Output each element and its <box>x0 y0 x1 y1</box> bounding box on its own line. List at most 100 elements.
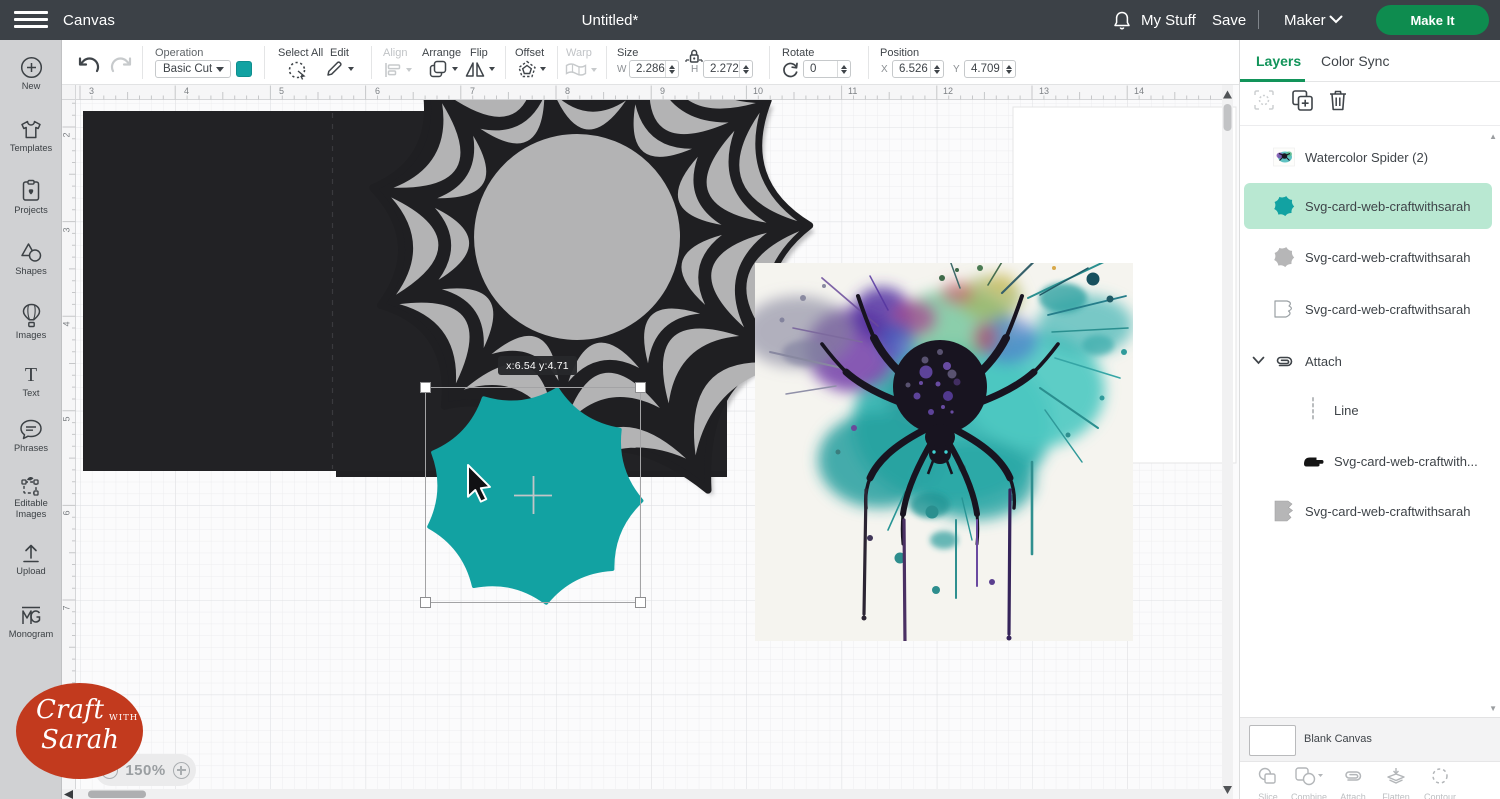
offset-caret-icon[interactable] <box>540 67 546 71</box>
panel-scroll-up-icon[interactable]: ▲ <box>1489 132 1497 141</box>
chevron-down-icon[interactable] <box>1252 356 1265 365</box>
edit-caret-icon[interactable] <box>348 67 354 71</box>
y-stepper[interactable] <box>1002 61 1015 77</box>
flip-label[interactable]: Flip <box>470 47 488 59</box>
layer-row-watercolor-spider[interactable]: Watercolor Spider (2) <box>1244 134 1492 180</box>
select-all-label[interactable]: Select All <box>278 47 323 59</box>
action-combine[interactable]: Combine <box>1287 766 1331 799</box>
rotate-field[interactable] <box>803 60 851 78</box>
width-field[interactable] <box>629 60 679 78</box>
sidebar-item-editable-images[interactable]: Editable Images <box>0 474 62 520</box>
width-input[interactable] <box>630 63 665 75</box>
rotate-icon[interactable] <box>781 61 800 78</box>
edit-pencil-icon[interactable] <box>324 59 344 79</box>
resize-handle-bottom-right[interactable] <box>636 598 646 608</box>
menu-hamburger-icon[interactable] <box>14 11 48 29</box>
watercolor-spider-image[interactable] <box>743 238 1133 651</box>
action-contour[interactable]: Contour <box>1418 766 1462 799</box>
x-position-field[interactable] <box>892 60 944 78</box>
arrange-label[interactable]: Arrange <box>422 47 461 59</box>
layer-label: Svg-card-web-craftwithsarah <box>1305 302 1470 317</box>
flip-icon[interactable] <box>465 60 485 79</box>
layer-row-svg-card-gray[interactable]: Svg-card-web-craftwithsarah <box>1244 234 1492 280</box>
action-slice[interactable]: Slice <box>1246 766 1290 799</box>
sidebar-label: Text <box>0 388 62 399</box>
sidebar-item-templates[interactable]: Templates <box>0 118 62 154</box>
tab-color-sync[interactable]: Color Sync <box>1321 53 1389 69</box>
canvas-artwork <box>62 85 1239 799</box>
sidebar-label: Upload <box>0 566 62 577</box>
sidebar-item-shapes[interactable]: Shapes <box>0 241 62 277</box>
blank-canvas-swatch[interactable] <box>1249 725 1296 756</box>
offset-icon[interactable] <box>517 60 537 79</box>
undo-icon[interactable] <box>77 55 101 73</box>
y-position-input[interactable] <box>965 63 1002 75</box>
width-stepper[interactable] <box>665 61 678 77</box>
ruler-corner <box>62 85 76 100</box>
machine-selector[interactable]: Maker <box>1284 12 1326 29</box>
height-stepper[interactable] <box>739 61 752 77</box>
sidebar-item-projects[interactable]: Projects <box>0 179 62 216</box>
layer-group-attach[interactable]: Attach <box>1244 338 1492 384</box>
layer-row-svg-card-black[interactable]: Svg-card-web-craftwith... <box>1244 438 1492 484</box>
make-it-button[interactable]: Make It <box>1376 5 1489 35</box>
ruler-number: 8 <box>565 86 570 96</box>
panel-scroll-down-icon[interactable]: ▼ <box>1489 704 1497 713</box>
logo-word-with: with <box>109 713 138 723</box>
my-stuff-link[interactable]: My Stuff <box>1141 12 1196 29</box>
height-input[interactable] <box>704 63 739 75</box>
sidebar-item-monogram[interactable]: Monogram <box>0 605 62 640</box>
edit-toolbar: Operation Basic Cut Select All Edit Alig… <box>62 40 1239 85</box>
select-caret-icon <box>216 67 224 72</box>
svg-text:T: T <box>25 364 37 386</box>
blank-canvas-row[interactable]: Blank Canvas <box>1240 717 1500 761</box>
offset-label[interactable]: Offset <box>515 47 544 59</box>
arrange-icon[interactable] <box>429 60 447 78</box>
flip-caret-icon[interactable] <box>489 67 495 71</box>
layer-label: Svg-card-web-craftwithsarah <box>1305 250 1470 265</box>
tab-layers[interactable]: Layers <box>1256 53 1301 69</box>
size-lock-icon[interactable] <box>685 48 703 65</box>
arrange-caret-icon[interactable] <box>452 67 458 71</box>
resize-handle-top-left[interactable] <box>421 383 431 393</box>
duplicate-icon[interactable] <box>1291 89 1314 112</box>
x-position-input[interactable] <box>893 63 930 75</box>
chevron-down-icon[interactable] <box>1329 15 1343 24</box>
sidebar-item-new[interactable]: New <box>0 56 62 92</box>
select-all-icon[interactable] <box>287 60 308 80</box>
design-canvas[interactable] <box>62 85 1239 799</box>
ruler-number: 7 <box>62 605 72 610</box>
action-attach[interactable]: Attach <box>1331 766 1375 799</box>
layer-label: Svg-card-web-craftwithsarah <box>1305 199 1470 214</box>
resize-handle-top-right[interactable] <box>636 383 646 393</box>
layer-row-line[interactable]: Line <box>1244 387 1492 433</box>
operation-select[interactable]: Basic Cut <box>155 60 231 78</box>
height-field[interactable] <box>703 60 753 78</box>
sidebar-item-images[interactable]: Images <box>0 303 62 341</box>
sidebar-item-phrases[interactable]: Phrases <box>0 418 62 454</box>
layer-row-svg-card-selected[interactable]: Svg-card-web-craftwithsarah <box>1244 183 1492 229</box>
notifications-bell-icon[interactable] <box>1112 10 1132 31</box>
rotate-stepper[interactable] <box>837 61 850 77</box>
redo-icon[interactable] <box>109 55 133 73</box>
layer-row-svg-card-gray2[interactable]: Svg-card-web-craftwithsarah <box>1244 488 1492 534</box>
rotate-input[interactable] <box>804 63 837 75</box>
vertical-scroll-thumb[interactable] <box>1224 104 1232 131</box>
resize-handle-bottom-left[interactable] <box>421 598 431 608</box>
x-stepper[interactable] <box>930 61 943 77</box>
horizontal-scroll-thumb[interactable] <box>88 791 146 799</box>
action-flatten[interactable]: Flatten <box>1374 766 1418 799</box>
trash-icon[interactable] <box>1328 89 1348 112</box>
layer-row-svg-card-white[interactable]: Svg-card-web-craftwithsarah <box>1244 286 1492 332</box>
slice-icon <box>1257 766 1279 786</box>
ruler-number: 14 <box>1134 86 1144 96</box>
edit-label[interactable]: Edit <box>330 47 349 59</box>
sidebar-item-text[interactable]: T Text <box>0 364 62 399</box>
ruler-number: 13 <box>1039 86 1049 96</box>
document-title[interactable]: Untitled* <box>540 12 680 29</box>
y-position-field[interactable] <box>964 60 1016 78</box>
zoom-in-button[interactable] <box>173 762 190 779</box>
sidebar-item-upload[interactable]: Upload <box>0 542 62 577</box>
save-link[interactable]: Save <box>1212 12 1246 29</box>
operation-color-swatch[interactable] <box>236 61 252 77</box>
